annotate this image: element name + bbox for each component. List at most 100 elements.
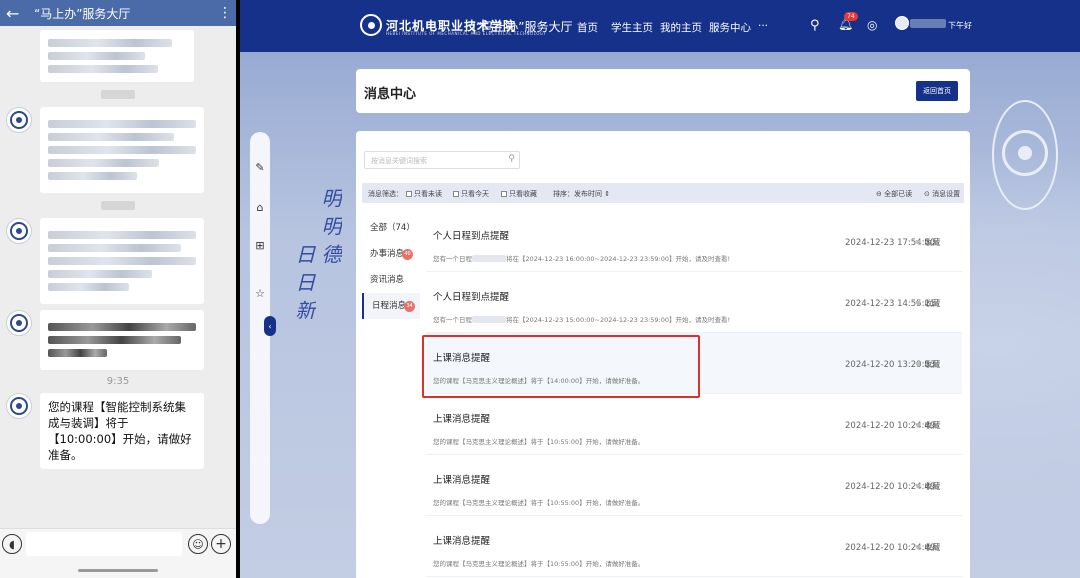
emoji-icon[interactable]: ☺: [188, 534, 208, 554]
favorite-button[interactable]: ♥ 收藏: [915, 237, 940, 248]
avatar: [6, 310, 32, 336]
message-body: 您有一个日程 将在【2024-12-23 15:00:00~2024-12-23 …: [433, 316, 731, 324]
user-avatar[interactable]: [895, 16, 909, 30]
chat-timestamp: 9:35: [106, 376, 130, 387]
web-page: 河北机电职业技术学院 HEBEI INSTITUTE OF MECHANICAL…: [240, 0, 1080, 578]
message-body: 您的课程【马克思主义理论概述】将于【10:55:00】开始，请做好准备。: [433, 560, 645, 568]
site-name[interactable]: |“马上办”服务大厅: [472, 18, 572, 35]
notification-badge: 74: [844, 12, 858, 21]
blurred-message-top: [40, 30, 194, 82]
filter-label: 消息筛选：: [368, 190, 403, 198]
message-bubble[interactable]: [40, 107, 204, 193]
message-bubble-course-reminder[interactable]: 您的课程【智能控制系统集成与装调】将于【10:00:00】开始，请做好准备。: [40, 393, 204, 469]
nav-my-home[interactable]: 我的主页: [660, 20, 702, 35]
count-badge: 40: [402, 249, 413, 260]
settings-icon[interactable]: ◎: [867, 18, 877, 32]
nav-more[interactable]: ···: [758, 20, 768, 32]
category-news[interactable]: 资讯消息: [362, 267, 420, 293]
favorite-button[interactable]: ♥ 收藏: [915, 298, 940, 309]
favorite-button[interactable]: ♥ 收藏: [915, 481, 940, 492]
message-bubble[interactable]: [40, 218, 204, 304]
message-body: 您的课程【马克思主义理论概述】将于【10:55:00】开始，请做好准备。: [433, 438, 645, 446]
category-all[interactable]: 全部（74）: [362, 215, 420, 241]
checkbox-icon[interactable]: [406, 191, 412, 197]
redacted-text: [472, 255, 506, 262]
message-row[interactable]: 上课消息提醒 您的课程【马克思主义理论概述】将于【10:55:00】开始，请做好…: [426, 516, 962, 577]
voice-icon[interactable]: ◖: [2, 534, 22, 554]
heart-icon: ♥: [915, 483, 922, 491]
count-badge: 34: [404, 301, 415, 312]
message-title: 上课消息提醒: [433, 536, 491, 547]
search-icon[interactable]: ⚲: [508, 154, 515, 164]
message-settings[interactable]: ⊙ 消息设置: [924, 189, 960, 199]
blurred-timestamp: [101, 90, 135, 99]
search-icon[interactable]: ⚲: [810, 18, 820, 33]
message-body: 您有一个日程 将在【2024-12-23 16:00:00~2024-12-23 …: [433, 255, 731, 263]
message-title: 个人日程到点提醒: [433, 231, 510, 242]
sort-by-date[interactable]: 排序：发布时间 ⇕: [553, 189, 610, 199]
chat-message: [0, 107, 236, 193]
plus-icon[interactable]: +: [211, 534, 231, 554]
message-body: 您的课程【马克思主义理论概述】将于【10:55:00】开始，请做好准备。: [433, 499, 645, 507]
mobile-input-bar: ◖ ☺ +: [0, 528, 236, 578]
mark-all-read[interactable]: ⊖ 全部已读: [876, 189, 912, 199]
chat-message: [0, 310, 236, 370]
checkbox-icon[interactable]: [501, 191, 507, 197]
nav-student-home[interactable]: 学生主页: [611, 20, 653, 35]
message-center-header: 消息中心 返回首页: [356, 69, 970, 113]
checkbox-icon[interactable]: [453, 191, 459, 197]
heart-icon: ♥: [915, 361, 922, 369]
nav-home[interactable]: 首页: [577, 20, 598, 35]
school-seal-watermark: [992, 100, 1058, 210]
heart-icon: ♥: [915, 544, 922, 552]
message-row[interactable]: 个人日程到点提醒 您有一个日程 将在【2024-12-23 16:00:00~20…: [426, 211, 962, 272]
heart-icon: ♥: [915, 239, 922, 247]
message-input[interactable]: [26, 532, 182, 556]
screenshot-root: ← “马上办”服务大厅 ⋮ 9:35 您的课程【智能控制系统集成与装调】将于【1…: [0, 0, 1080, 578]
nav-service-center[interactable]: 服务中心: [709, 20, 751, 35]
highlight-annotation: [422, 335, 700, 398]
message-row[interactable]: 上课消息提醒 您的课程【马克思主义理论概述】将于【10:55:00】开始，请做好…: [426, 455, 962, 516]
chat-message: 您的课程【智能控制系统集成与装调】将于【10:00:00】开始，请做好准备。: [0, 393, 236, 469]
heart-icon: ♥: [915, 300, 922, 308]
message-bubble[interactable]: [40, 310, 204, 370]
favorite-button[interactable]: ♥ 收藏: [915, 542, 940, 553]
category-affairs[interactable]: 办事消息 40: [362, 241, 420, 267]
star-icon[interactable]: ☆: [254, 288, 266, 300]
heart-icon: ♥: [915, 422, 922, 430]
message-title: 上课消息提醒: [433, 475, 491, 486]
message-title: 个人日程到点提醒: [433, 292, 510, 303]
top-nav: 河北机电职业技术学院 HEBEI INSTITUTE OF MECHANICAL…: [240, 0, 1080, 52]
calligraphy-left: 日日新: [292, 244, 316, 328]
chat-message: [0, 218, 236, 304]
avatar: [6, 218, 32, 244]
message-row[interactable]: 上课消息提醒 您的课程【马克思主义理论概述】将于【10:55:00】开始，请做好…: [426, 394, 962, 455]
home-indicator: [78, 569, 158, 572]
back-home-button[interactable]: 返回首页: [916, 81, 958, 101]
redacted-text: [472, 316, 506, 323]
mobile-header: ← “马上办”服务大厅 ⋮: [0, 0, 236, 26]
page-title: 消息中心: [364, 87, 417, 102]
add-box-icon[interactable]: ⊞: [254, 240, 266, 252]
category-schedule[interactable]: 日程消息 34: [362, 293, 420, 319]
more-icon[interactable]: ⋮: [218, 5, 232, 21]
filter-unread[interactable]: 只看未读: [406, 189, 442, 199]
search-placeholder: 按消息关键词搜索: [371, 157, 427, 165]
avatar: [6, 107, 32, 133]
greeting: 下午好: [948, 21, 972, 30]
filter-favorites[interactable]: 只看收藏: [501, 189, 537, 199]
favorite-button[interactable]: ♥ 收藏: [915, 359, 940, 370]
user-name-redacted[interactable]: [910, 19, 946, 28]
favorite-button[interactable]: ♥ 收藏: [915, 420, 940, 431]
shirt-icon[interactable]: ⌂: [254, 202, 266, 214]
message-row[interactable]: 个人日程到点提醒 您有一个日程 将在【2024-12-23 15:00:00~20…: [426, 272, 962, 333]
search-input[interactable]: 按消息关键词搜索 ⚲: [364, 151, 520, 169]
edit-icon[interactable]: ✎: [254, 162, 266, 174]
calligraphy-right: 明明德: [318, 188, 342, 272]
message-title: 上课消息提醒: [433, 414, 491, 425]
filter-today[interactable]: 只看今天: [453, 189, 489, 199]
collapse-arrow-icon[interactable]: ‹: [264, 316, 276, 336]
school-logo-icon[interactable]: [360, 14, 382, 36]
mobile-title: “马上办”服务大厅: [34, 6, 131, 21]
back-arrow-icon[interactable]: ←: [6, 4, 24, 23]
